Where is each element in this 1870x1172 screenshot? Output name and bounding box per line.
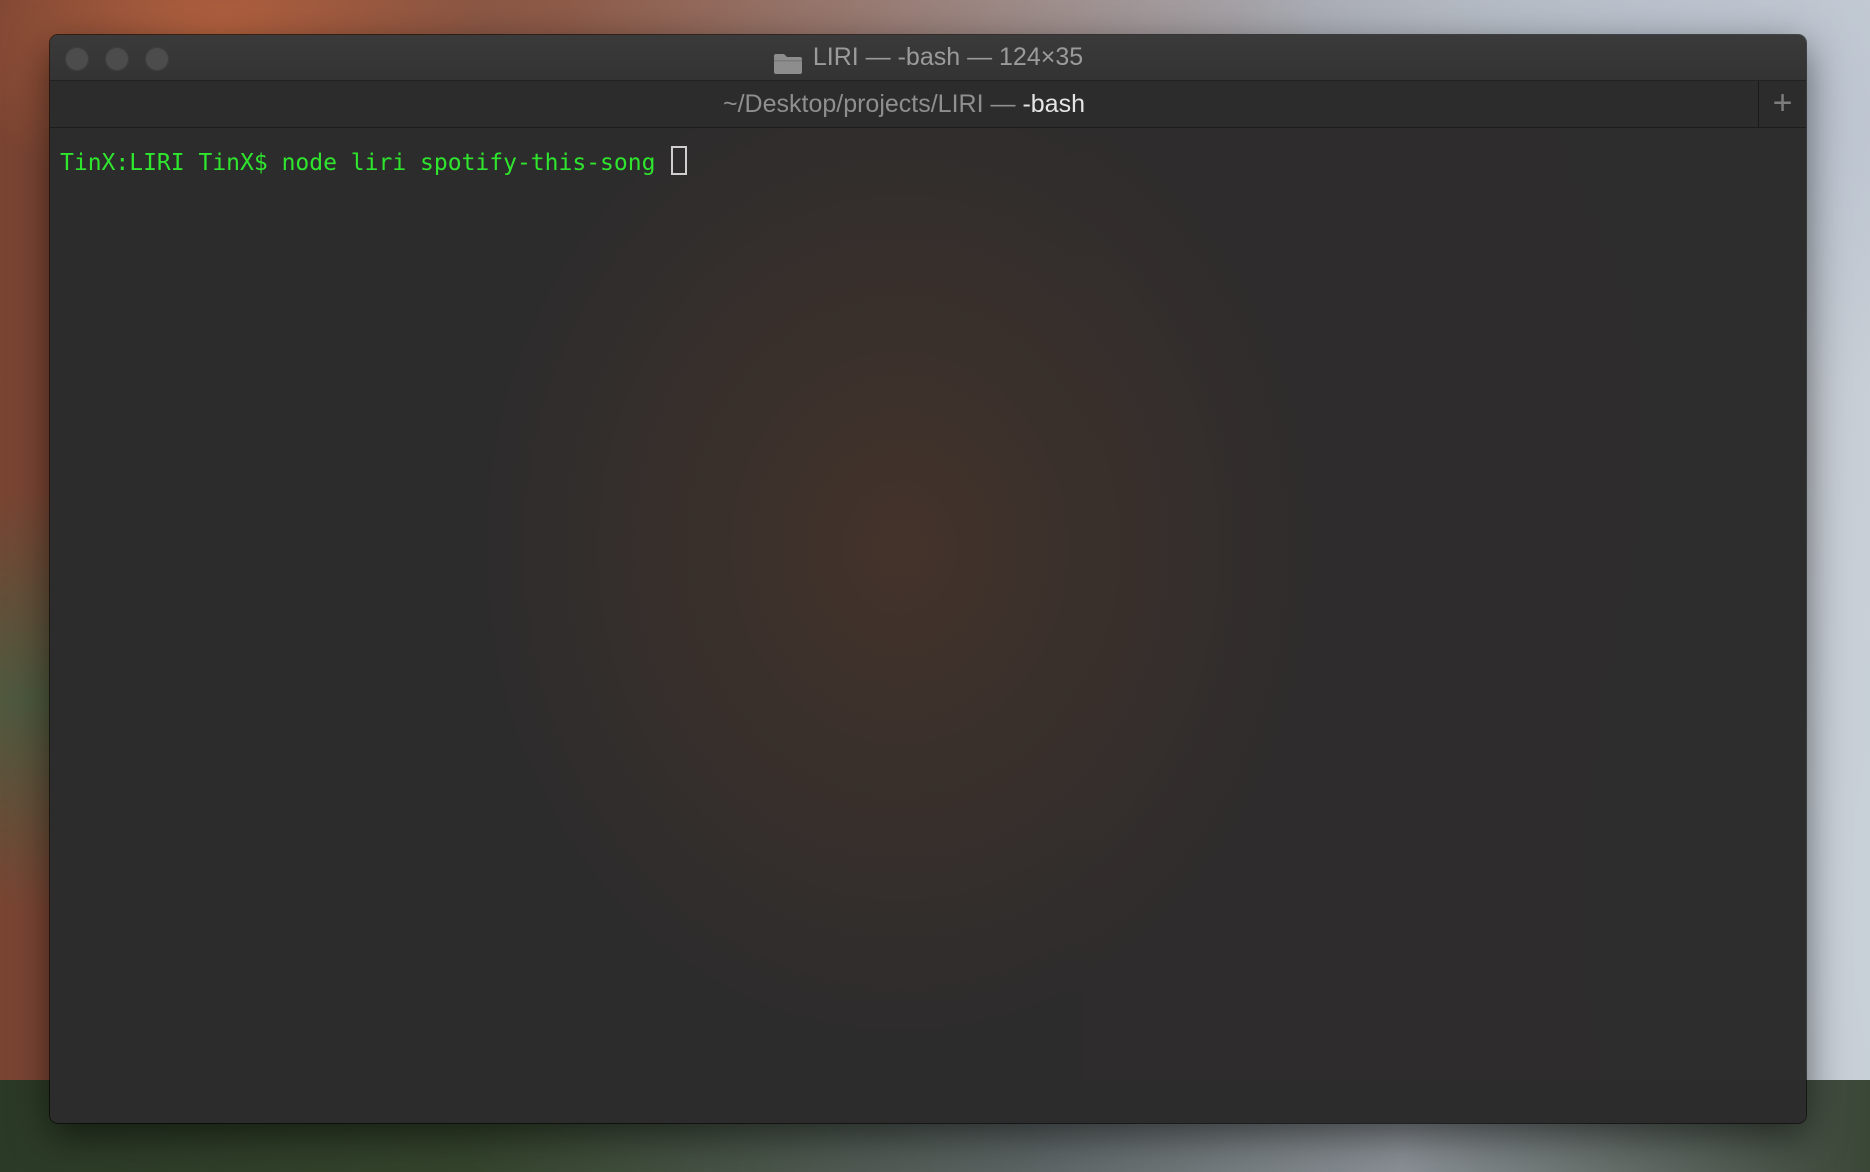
terminal-content[interactable]: TinX:LIRI TinX$ node liri spotify-this-s… — [50, 128, 1806, 1123]
tab-bar: ~/Desktop/projects/LIRI — -bash + — [50, 81, 1806, 128]
title-bar[interactable]: LIRI — -bash — 124×35 — [50, 35, 1806, 81]
folder-icon — [773, 45, 803, 75]
window-title-container: LIRI — -bash — 124×35 — [50, 35, 1806, 80]
tab-path: ~/Desktop/projects/LIRI — — [723, 90, 1023, 118]
terminal-window[interactable]: LIRI — -bash — 124×35 ~/Desktop/projects… — [50, 35, 1806, 1123]
new-tab-button[interactable]: + — [1758, 81, 1806, 127]
tab-process: -bash — [1022, 90, 1085, 118]
command-text: node liri spotify-this-song — [281, 150, 670, 176]
plus-icon: + — [1772, 84, 1793, 122]
window-title: LIRI — -bash — 124×35 — [812, 43, 1084, 71]
desktop-background: LIRI — -bash — 124×35 ~/Desktop/projects… — [0, 0, 1870, 1172]
prompt-line: TinX:LIRI TinX$ node liri spotify-this-s… — [60, 146, 688, 178]
shell-prompt: TinX:LIRI TinX$ — [60, 150, 282, 176]
tab-bash[interactable]: ~/Desktop/projects/LIRI — -bash — [50, 81, 1758, 127]
text-cursor — [671, 146, 688, 175]
